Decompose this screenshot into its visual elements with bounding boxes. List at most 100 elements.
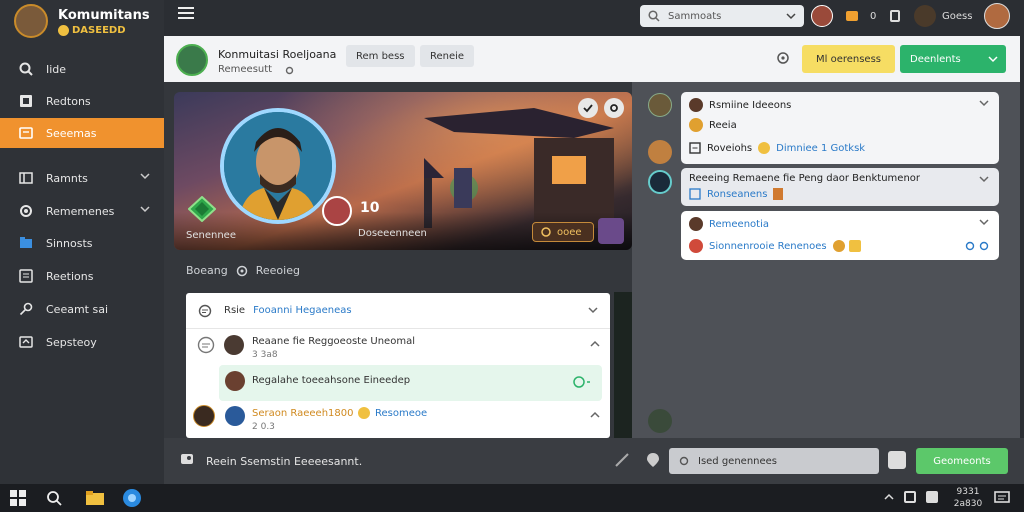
- status-icon[interactable]: [573, 375, 591, 389]
- user-avatar[interactable]: [648, 140, 672, 164]
- user-avatar[interactable]: [914, 5, 936, 27]
- pen-icon[interactable]: [614, 452, 630, 468]
- file-explorer-icon[interactable]: [86, 490, 104, 506]
- tab-rem-bess[interactable]: Rem bess: [346, 45, 415, 67]
- comment-icon: [198, 304, 212, 318]
- share-icon: [18, 334, 34, 350]
- chevron-down-icon[interactable]: [979, 98, 989, 108]
- comment-meta: 2 0.3: [252, 422, 275, 432]
- green-button-label: Deenlents: [910, 53, 961, 65]
- section-title-right: Reeoieg: [255, 264, 300, 277]
- sidebar-item-label: Sepsteoy: [46, 335, 97, 349]
- profile-avatar[interactable]: [984, 3, 1010, 29]
- network-icon[interactable]: [926, 491, 938, 503]
- brand[interactable]: Komumitans DASEEDD: [10, 4, 160, 38]
- hamburger-menu-icon[interactable]: [178, 6, 196, 26]
- check-icon[interactable]: [578, 98, 598, 118]
- coin-icon: [541, 227, 551, 237]
- image-icon[interactable]: [888, 451, 906, 469]
- card-line[interactable]: Sionnenrooie Renenoes: [709, 241, 827, 252]
- chevron-up-icon[interactable]: [590, 339, 600, 349]
- message-card[interactable]: Remeenotia Sionnenrooie Renenoes: [681, 211, 999, 260]
- search-input[interactable]: Sammoats: [640, 5, 804, 27]
- checkbox-icon[interactable]: [689, 142, 701, 154]
- user-avatar[interactable]: [648, 409, 672, 433]
- sidebar-item-label: Seeemas: [46, 126, 97, 140]
- settings-icon[interactable]: [285, 66, 294, 75]
- notification-icon[interactable]: [846, 11, 858, 21]
- card-title[interactable]: Remeenotia: [709, 219, 769, 230]
- sidebar-item-ramnts[interactable]: Ramnts: [0, 163, 164, 193]
- card-title: Rsmiine Ideeons: [709, 99, 792, 111]
- user-avatar[interactable]: [648, 93, 672, 117]
- profile-avatar[interactable]: [176, 44, 208, 76]
- sidebar-item-search[interactable]: Iide: [0, 54, 164, 84]
- bookmark-icon: [18, 93, 34, 109]
- comment-link[interactable]: Resomeoe: [375, 408, 427, 419]
- reply-input[interactable]: Ised genennees: [669, 448, 879, 474]
- chevron-down-icon[interactable]: [979, 174, 989, 184]
- hero-score: 10: [360, 200, 380, 216]
- player-avatar[interactable]: [598, 218, 624, 244]
- scrollbar[interactable]: [1008, 240, 1016, 436]
- link-icons[interactable]: [965, 241, 989, 251]
- hero-character-avatar[interactable]: [220, 108, 336, 224]
- message-card[interactable]: Rsmiine Ideeons Reeia Roveiohs Dimniee 1…: [681, 92, 999, 164]
- chevron-down-icon[interactable]: [988, 54, 998, 64]
- card-sub[interactable]: Ronseanens: [707, 189, 767, 200]
- tab-reneie[interactable]: Reneie: [420, 45, 475, 67]
- sidebar-item-rememenes[interactable]: Rememenes: [0, 196, 164, 226]
- user-avatar[interactable]: [648, 170, 672, 194]
- send-label: Geomeonts: [933, 455, 991, 467]
- message-card[interactable]: Reeeing Remaene fie Peng daor Benktumeno…: [681, 168, 999, 206]
- comment-text: Regalahe toeeahsone Eineedep: [252, 375, 411, 386]
- profile-name: Konmuitasi Roeljoana: [218, 48, 337, 61]
- sidebar-item-redtons[interactable]: Redtons: [0, 86, 164, 116]
- sidebar-item-sinnosts[interactable]: Sinnosts: [0, 228, 164, 258]
- browser-icon[interactable]: [122, 488, 142, 508]
- comments-link[interactable]: Fooanni Hegaeneas: [253, 305, 352, 316]
- commenter-avatar[interactable]: [225, 371, 245, 391]
- chevron-down-icon[interactable]: [979, 217, 989, 227]
- chevron-down-icon[interactable]: [140, 204, 150, 214]
- sidebar-item-reetions[interactable]: Reetions: [0, 261, 164, 291]
- clock[interactable]: 9331 2a830: [948, 486, 988, 510]
- reaction-icon[interactable]: [776, 51, 790, 65]
- sidebar-item-label: Sinnosts: [46, 236, 93, 250]
- sidebar-item-label: Ramnts: [46, 171, 88, 185]
- chevron-down-icon[interactable]: [786, 11, 796, 21]
- section-title-left: Boeang: [186, 264, 228, 277]
- more-icon[interactable]: [588, 305, 598, 315]
- search-icon: [648, 10, 660, 22]
- user-name[interactable]: Goess: [942, 5, 972, 27]
- side-image-strip: [614, 292, 632, 438]
- sidebar-item-sepsteoy[interactable]: Sepsteoy: [0, 327, 164, 357]
- yellow-action-button[interactable]: Ml oerensess: [802, 45, 895, 73]
- notifications-icon[interactable]: [994, 490, 1010, 506]
- device-icon[interactable]: [890, 10, 900, 22]
- windows-start-icon[interactable]: [10, 490, 26, 506]
- badge-count: 0: [870, 10, 877, 22]
- card-link[interactable]: Dimniee 1 Gotksk: [776, 143, 865, 154]
- tray-icon[interactable]: [904, 491, 916, 503]
- location-icon[interactable]: [646, 452, 660, 468]
- comment-author[interactable]: Seraon Raeeeh1800: [252, 408, 353, 419]
- send-button[interactable]: Geomeonts: [916, 448, 1008, 474]
- sidebar-item-label: Redtons: [46, 94, 91, 108]
- sidebar-item-seeemas[interactable]: Seeemas: [0, 118, 164, 148]
- chevron-up-icon[interactable]: [590, 410, 600, 420]
- chevron-down-icon[interactable]: [140, 171, 150, 181]
- green-action-button[interactable]: Deenlents: [900, 45, 1006, 73]
- commenter-avatar[interactable]: [224, 335, 244, 355]
- composer-message[interactable]: Reein Ssemstin Eeeeesannt.: [206, 455, 362, 468]
- sidebar-item-ceeamt[interactable]: Ceeamt sai: [0, 294, 164, 324]
- user-avatar[interactable]: [811, 5, 833, 27]
- companion-avatar[interactable]: [322, 196, 352, 226]
- chevron-up-icon[interactable]: [884, 492, 894, 502]
- attach-icon[interactable]: [180, 452, 194, 466]
- commenter-avatar[interactable]: [225, 406, 245, 426]
- commenter-avatar[interactable]: [193, 405, 215, 427]
- taskbar-search-icon[interactable]: [46, 490, 62, 506]
- hero-pill-button[interactable]: ooee: [532, 222, 594, 242]
- record-icon[interactable]: [604, 98, 624, 118]
